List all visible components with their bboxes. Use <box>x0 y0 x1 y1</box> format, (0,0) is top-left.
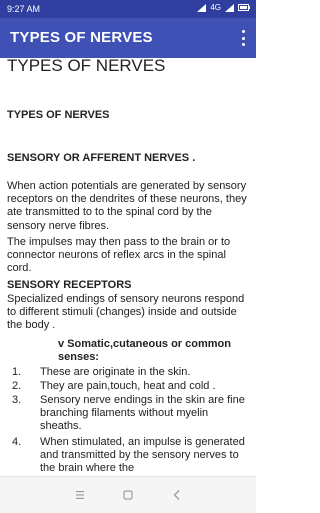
menu-nav-icon[interactable] <box>72 487 88 503</box>
app-title: TYPES OF NERVES <box>10 29 153 46</box>
list-item-number: 2. <box>12 380 22 392</box>
paragraph-impulses: The impulses may then pass to the brain … <box>7 236 231 275</box>
list-item: 2. They are pain,touch, heat and cold . <box>12 380 252 393</box>
status-time: 9:27 AM <box>7 4 41 14</box>
list-item: 4. When stimulated, an impulse is genera… <box>12 436 252 476</box>
article-content[interactable]: TYPES OF NERVES TYPES OF NERVES SENSORY … <box>0 58 256 476</box>
list-item: 1. These are originate in the skin. <box>12 366 252 379</box>
paragraph-specialized-endings: Specialized endings of sensory neurons r… <box>7 293 245 332</box>
back-nav-icon[interactable] <box>169 487 185 503</box>
document-title: TYPES OF NERVES <box>7 58 166 75</box>
signal-strength-icon <box>225 3 234 12</box>
system-navigation-bar <box>0 476 256 513</box>
section-heading-sensory: SENSORY OR AFFERENT NERVES . <box>7 152 196 164</box>
list-item: 3. Sensory nerve endings in the skin are… <box>12 394 252 434</box>
list-item-text: These are originate in the skin. <box>40 366 191 378</box>
list-item-number: 1. <box>12 366 22 378</box>
list-item-number: 4. <box>12 436 22 448</box>
app-bar: TYPES OF NERVES <box>0 18 256 58</box>
list-item-text: When stimulated, an impulse is generated… <box>40 436 245 475</box>
bullet-somatic-senses: v Somatic,cutaneous or common senses: <box>58 338 231 364</box>
paragraph-action-potentials: When action potentials are generated by … <box>7 180 247 232</box>
battery-icon <box>238 4 250 11</box>
list-item-text: Sensory nerve endings in the skin are fi… <box>40 394 245 433</box>
section-heading-receptors: SENSORY RECEPTORS <box>7 279 132 291</box>
section-heading-types: TYPES OF NERVES <box>7 109 110 121</box>
status-icons: 4G <box>197 3 250 12</box>
list-item-text: They are pain,touch, heat and cold . <box>40 380 216 392</box>
status-bar: 9:27 AM 4G <box>0 0 256 18</box>
network-type-label: 4G <box>210 3 221 12</box>
overflow-menu-icon[interactable] <box>240 30 246 46</box>
home-nav-icon[interactable] <box>120 487 136 503</box>
list-item-number: 3. <box>12 394 22 406</box>
signal-icon <box>197 3 207 12</box>
